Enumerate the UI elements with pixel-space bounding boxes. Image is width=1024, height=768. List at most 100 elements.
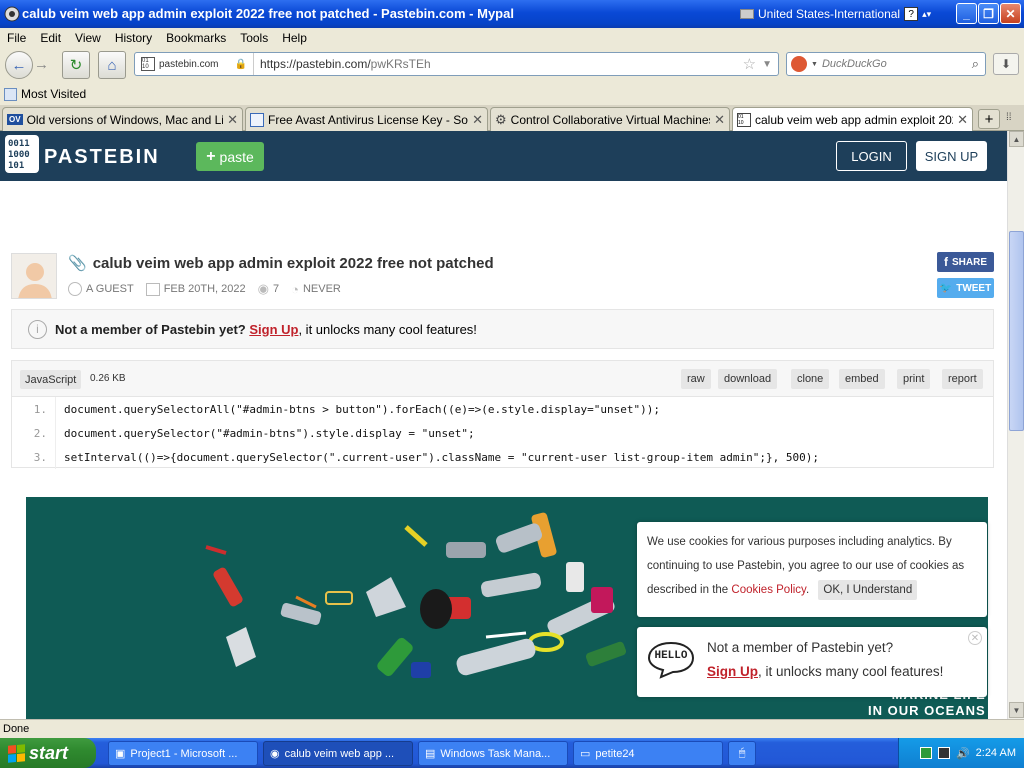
tray-network-icon[interactable] [937,747,950,759]
menu-tools[interactable]: Tools [233,31,275,45]
most-visited-bookmark[interactable]: Most Visited [4,87,86,101]
menu-history[interactable]: History [108,31,159,45]
tray-volume-icon[interactable]: 🔊 [956,747,970,760]
paste-author[interactable]: A GUEST [86,283,134,295]
paste-label: paste [219,148,254,165]
gear-icon: ⚙ [495,111,507,127]
share-label: SHARE [951,256,987,268]
tab-virtual-machines[interactable]: ⚙ Control Collaborative Virtual Machines… [490,107,730,131]
clone-button[interactable]: clone [791,369,830,389]
status-bar: Done [0,719,1024,738]
clock[interactable]: 2:24 AM [976,747,1016,759]
twitter-share-button[interactable]: 🐦 TWEET [937,278,994,298]
forward-button[interactable]: → [34,56,49,73]
menu-file[interactable]: File [0,31,33,45]
back-button[interactable]: ← [5,51,33,79]
downloads-button[interactable]: ⬇ [993,53,1019,75]
taskbar-item-project1[interactable]: ▣ Project1 - Microsoft ... [108,741,258,766]
embed-button[interactable]: embed [839,369,885,389]
popup-line-2-rest: , it unlocks many cool features! [758,664,944,679]
menu-help[interactable]: Help [275,31,314,45]
page-scrollbar[interactable]: ▲ ▼ [1007,131,1024,719]
url-text[interactable]: https://pastebin.com/pwKRsTEh [254,57,431,71]
taskbar-item-task-manager[interactable]: ▤ Windows Task Mana... [418,741,568,766]
duckduckgo-icon[interactable] [791,56,807,72]
language-indicator[interactable]: United States-International ? ▴▾ [740,5,931,23]
tray-app-icon[interactable] [919,747,932,759]
code-line[interactable]: 2. document.querySelector("#admin-btns").… [12,421,993,445]
options-icon[interactable]: ▴▾ [922,9,931,20]
download-arrow-icon: ⬇ [1000,57,1012,71]
mouse-icon: 🖱 [738,747,746,759]
scroll-up-icon[interactable]: ▲ [1009,131,1024,147]
url-dropdown-icon[interactable]: ▼ [756,59,778,70]
raw-button[interactable]: raw [681,369,711,389]
search-bar[interactable]: ▼ DuckDuckGo ⌕ [786,52,986,76]
menu-edit[interactable]: Edit [33,31,68,45]
signup-button[interactable]: SIGN UP [916,141,987,171]
window-title-bar[interactable]: calub veim web app admin exploit 2022 fr… [0,0,1024,28]
bookmark-star-icon[interactable]: ☆ [743,55,756,73]
system-tray: 🔊 2:24 AM [898,738,1024,768]
popup-signup-link[interactable]: Sign Up [707,664,758,679]
paste-views: 7 [272,283,280,295]
new-tab-button[interactable]: + [978,109,1000,129]
popup-line-2: Sign Up, it unlocks many cool features! [707,664,943,679]
window-title: calub veim web app admin exploit 2022 fr… [22,6,514,21]
popup-close-icon[interactable]: ✕ [968,631,982,645]
task-label: calub veim web app ... [284,747,395,760]
reload-button[interactable]: ↻ [62,51,90,79]
menu-bookmarks[interactable]: Bookmarks [159,31,233,45]
code-line[interactable]: 3. setInterval(()=>{document.querySelecto… [12,445,993,469]
start-button[interactable]: start [0,738,96,768]
taskbar-item-browser[interactable]: ◉ calub veim web app ... [263,741,413,766]
login-button[interactable]: LOGIN [836,141,907,171]
language-tag[interactable]: JavaScript [20,370,82,389]
line-number: 2. [12,421,56,445]
address-bar[interactable]: 01 10 pastebin.com 🔒 https://pastebin.com… [134,52,779,76]
bookmark-folder-icon [4,87,17,101]
help-icon[interactable]: ? [904,7,919,21]
code-line[interactable]: 1. document.querySelectorAll("#admin-btns… [12,397,993,421]
tab-pastebin[interactable]: 01 10 calub veim web app admin exploit 20… [732,107,973,132]
paste-title-text: calub veim web app admin exploit 2022 fr… [92,254,494,272]
download-button[interactable]: download [718,369,778,389]
scroll-down-icon[interactable]: ▼ [1009,702,1024,718]
new-paste-button[interactable]: + paste [196,142,264,171]
tab-list-button[interactable]: ⁞⁞ [1006,112,1012,123]
taskbar-item-mouse[interactable]: 🖱 [728,741,756,766]
status-text: Done [3,723,30,735]
menu-bar: File Edit View History Bookmarks Tools H… [0,28,1024,47]
pastebin-logo-icon[interactable]: 0011 1000 101 [4,134,40,174]
tab-old-versions[interactable]: OV Old versions of Windows, Mac and Linu… [2,107,243,131]
minimize-button[interactable]: _ [956,3,977,24]
tab-close-icon[interactable]: ✕ [227,112,238,128]
cookies-policy-link[interactable]: Cookies Policy [731,584,806,596]
hello-badge: HELLO [647,641,695,679]
tab-close-icon[interactable]: ✕ [472,112,483,128]
facebook-share-button[interactable]: f SHARE [937,252,994,272]
tab-avast[interactable]: Free Avast Antivirus License Key - Solv.… [245,107,488,131]
tab-close-icon[interactable]: ✕ [714,112,725,128]
paste-meta: A GUEST FEB 20TH, 2022 ◉ 7 ◔ NEVER [68,281,347,297]
print-button[interactable]: print [897,369,931,389]
scroll-thumb[interactable] [1009,231,1024,431]
start-label: start [29,742,69,763]
report-button[interactable]: report [942,369,983,389]
site-favicon-icon: 01 10 [141,57,155,71]
code-text: document.querySelectorAll("#admin-btns >… [64,402,661,416]
maximize-button[interactable]: ❐ [978,3,999,24]
pastebin-brand[interactable]: PASTEBIN [44,146,160,169]
home-button[interactable]: ⌂ [98,51,126,79]
tab-close-icon[interactable]: ✕ [957,112,968,128]
search-icon[interactable]: ⌕ [972,56,979,72]
task-label: Windows Task Mana... [440,747,551,760]
taskbar-item-folder[interactable]: ▭ petite24 [573,741,723,766]
menu-view[interactable]: View [68,31,108,45]
site-identity[interactable]: 01 10 pastebin.com 🔒 [135,53,254,75]
code-text: setInterval(()=>{document.querySelector(… [64,450,819,464]
line-number: 1. [12,397,56,421]
cookie-accept-button[interactable]: OK, I Understand [818,580,918,600]
close-button[interactable]: ✕ [1000,3,1021,24]
notice-signup-link[interactable]: Sign Up [249,322,298,337]
